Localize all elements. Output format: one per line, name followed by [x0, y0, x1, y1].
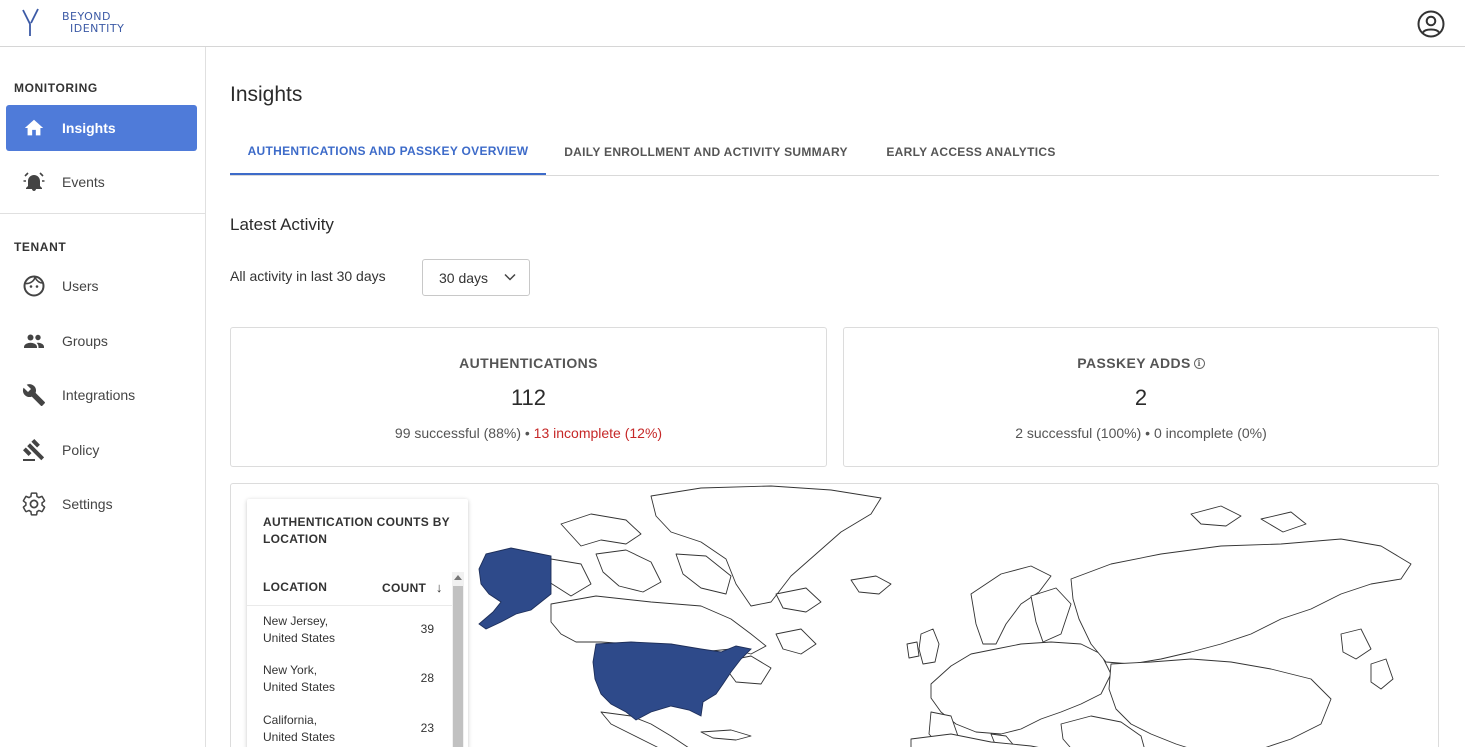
sidebar-item-settings[interactable]: Settings: [6, 481, 197, 527]
bullet-separator: •: [524, 425, 530, 441]
sidebar-item-integrations[interactable]: Integrations: [6, 372, 197, 418]
passkey-adds-card: PASSKEY ADDS i 2 2 successful (100%) • 0 …: [843, 327, 1439, 467]
sidebar-item-label: Insights: [62, 120, 116, 136]
sidebar-item-users[interactable]: Users: [6, 263, 197, 309]
location-country: United States: [263, 730, 336, 744]
scrollbar[interactable]: [452, 572, 464, 747]
location-region: New Jersey,: [263, 614, 329, 628]
passkey-adds-incomplete: 0 incomplete (0%): [1153, 425, 1267, 441]
sidebar-item-events[interactable]: Events: [6, 159, 197, 205]
brand-logo-icon: [22, 8, 39, 36]
tab-daily-enrollment[interactable]: DAILY ENROLLMENT AND ACTIVITY SUMMARY: [546, 129, 866, 175]
brand-wordmark: BEYOND IDENTITY: [62, 11, 124, 35]
chevron-down-icon: [503, 270, 517, 289]
authentications-card: AUTHENTICATIONS 112 99 successful (88%) …: [230, 327, 827, 467]
sidebar-item-label: Policy: [62, 442, 100, 458]
location-row: New Jersey, United States 39: [263, 613, 453, 653]
authentications-breakdown: 99 successful (88%) • 13 incomplete (12%…: [231, 425, 826, 441]
tab-authentications-overview[interactable]: AUTHENTICATIONS AND PASSKEY OVERVIEW: [230, 129, 546, 175]
scrollbar-thumb[interactable]: [453, 586, 463, 747]
location-country: United States: [263, 680, 336, 694]
tab-early-access-analytics[interactable]: EARLY ACCESS ANALYTICS: [866, 129, 1076, 175]
range-select-value: 30 days: [439, 269, 489, 286]
location-column-header: LOCATION: [263, 580, 328, 594]
sidebar-item-label: Users: [62, 278, 99, 294]
wrench-icon: [21, 382, 47, 408]
face-icon: [21, 273, 47, 299]
bullet-separator: •: [1145, 425, 1151, 441]
account-icon[interactable]: [1417, 10, 1445, 38]
sidebar-section-tenant: TENANT: [14, 240, 67, 254]
tab-bar: AUTHENTICATIONS AND PASSKEY OVERVIEW DAI…: [230, 129, 1439, 176]
sidebar-item-insights[interactable]: Insights: [6, 105, 197, 151]
scroll-up-icon[interactable]: [454, 575, 462, 580]
top-bar: BEYOND IDENTITY: [0, 0, 1465, 47]
gear-icon: [21, 491, 47, 517]
section-title: Latest Activity: [230, 215, 334, 234]
location-row: California, United States 23: [263, 712, 453, 747]
sort-arrow-icon: ↓: [435, 580, 443, 595]
location-row: New York, United States 28: [263, 662, 453, 702]
brand-line-2: IDENTITY: [70, 22, 125, 35]
location-name: New York, United States: [263, 662, 383, 696]
passkey-adds-heading: PASSKEY ADDS i: [844, 355, 1438, 371]
sidebar-item-label: Events: [62, 174, 105, 190]
sidebar-item-label: Integrations: [62, 387, 136, 403]
count-column-label: COUNT: [382, 581, 427, 595]
range-select[interactable]: 30 days: [422, 259, 530, 296]
sidebar-item-policy[interactable]: Policy: [6, 427, 197, 473]
location-country: United States: [263, 631, 336, 645]
passkey-adds-total: 2: [1134, 385, 1148, 410]
page-title: Insights: [230, 83, 303, 106]
home-icon: [21, 115, 47, 141]
authentications-successful: 99 successful (88%): [394, 425, 521, 441]
location-map-card: AUTHENTICATION COUNTS BY LOCATION LOCATI…: [230, 483, 1439, 747]
sidebar-item-label: Settings: [62, 496, 113, 512]
map-region-united-states: [592, 641, 752, 721]
authentications-total: 112: [510, 385, 547, 410]
location-panel-title: AUTHENTICATION COUNTS BY LOCATION: [263, 515, 450, 546]
info-icon[interactable]: i: [1193, 358, 1205, 369]
gavel-icon: [21, 437, 47, 463]
location-count: 23: [420, 721, 434, 735]
authentications-title: AUTHENTICATIONS: [459, 355, 598, 371]
location-count: 28: [420, 671, 434, 685]
count-column-header[interactable]: COUNT ↓: [382, 580, 443, 595]
sidebar-divider: [0, 213, 205, 214]
alarm-icon: [21, 169, 47, 195]
authentications-incomplete: 13 incomplete (12%): [533, 425, 663, 441]
location-region: California,: [263, 713, 318, 727]
location-name: New Jersey, United States: [263, 613, 383, 647]
sidebar-item-groups[interactable]: Groups: [6, 318, 197, 364]
sidebar-item-label: Groups: [62, 333, 108, 349]
location-count: 39: [420, 622, 434, 636]
people-icon: [21, 328, 47, 354]
sidebar-section-monitoring: MONITORING: [14, 81, 98, 95]
location-region: New York,: [263, 663, 318, 677]
brand-logo[interactable]: BEYOND IDENTITY: [22, 8, 124, 38]
header-divider: [247, 605, 452, 606]
sidebar: MONITORING Insights Events TENANT Users …: [0, 47, 206, 747]
passkey-adds-breakdown: 2 successful (100%) • 0 incomplete (0%): [844, 425, 1438, 441]
map-region-alaska: [478, 547, 552, 630]
location-counts-panel: AUTHENTICATION COUNTS BY LOCATION LOCATI…: [247, 499, 468, 747]
filter-label: All activity in last 30 days: [230, 268, 386, 284]
location-name: California, United States: [263, 712, 383, 746]
passkey-adds-successful: 2 successful (100%): [1015, 425, 1142, 441]
passkey-adds-title: PASSKEY ADDS: [1077, 355, 1191, 371]
